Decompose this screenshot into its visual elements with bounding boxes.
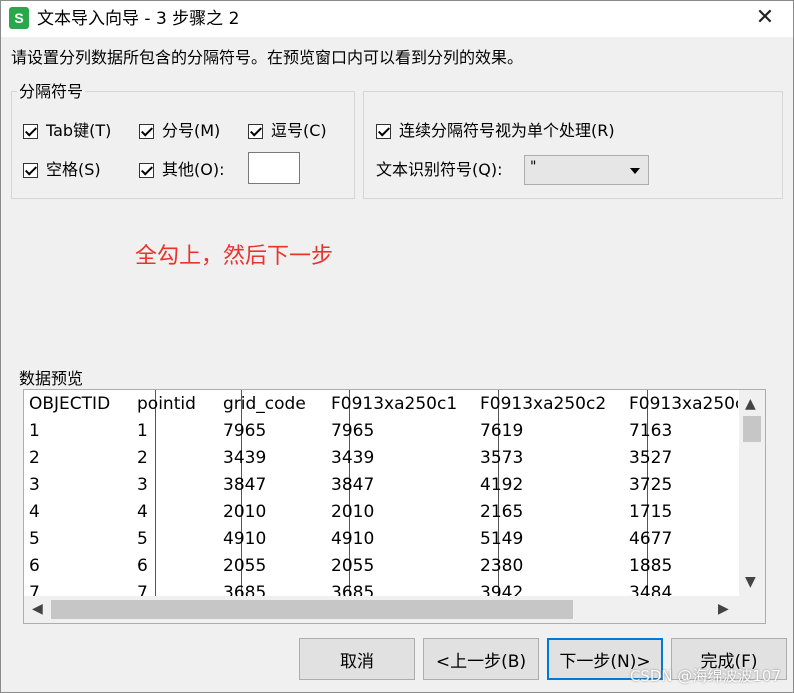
scroll-right-icon[interactable]: ▶ bbox=[718, 601, 729, 617]
horizontal-scrollbar[interactable]: ◀ ▶ bbox=[24, 596, 765, 623]
semicolon-checkbox[interactable]: 分号(M) bbox=[139, 120, 220, 142]
instruction-text: 请设置分列数据所包含的分隔符号。在预览窗口内可以看到分列的效果。 bbox=[11, 48, 524, 67]
preview-header-cell: F0913xa250c3 bbox=[629, 394, 738, 414]
app-icon: S bbox=[9, 7, 29, 29]
checkmark-icon bbox=[248, 123, 263, 139]
comma-checkbox[interactable]: 逗号(C) bbox=[248, 120, 327, 142]
tab-checkbox-label: Tab键(T) bbox=[46, 121, 112, 140]
preview-cell: 7965 bbox=[223, 421, 267, 441]
scroll-left-icon[interactable]: ◀ bbox=[32, 601, 43, 617]
preview-cell: 4192 bbox=[480, 475, 524, 495]
preview-cell: 7163 bbox=[629, 421, 673, 441]
preview-cell: 7619 bbox=[480, 421, 524, 441]
preview-cell: 3439 bbox=[223, 448, 267, 468]
vertical-scroll-thumb[interactable] bbox=[743, 416, 761, 442]
qualifier-select-value: " bbox=[530, 159, 537, 175]
column-divider bbox=[155, 390, 156, 596]
preview-cell: 2010 bbox=[223, 502, 267, 522]
watermark: CSDN @海绵波波107 bbox=[629, 667, 781, 685]
preview-cell: 3942 bbox=[480, 583, 524, 596]
preview-header-cell: OBJECTID bbox=[29, 394, 111, 414]
preview-cell: 3484 bbox=[629, 583, 673, 596]
delimiters-group bbox=[11, 91, 355, 199]
consecutive-checkbox-label: 连续分隔符号视为单个处理(R) bbox=[399, 121, 615, 140]
preview-cell: 2165 bbox=[480, 502, 524, 522]
data-preview[interactable]: OBJECTID pointid grid_code F0913xa250c1 F091… bbox=[23, 389, 766, 624]
back-button[interactable]: <上一步(B) bbox=[423, 638, 539, 680]
window-title: 文本导入向导 - 3 步骤之 2 bbox=[37, 9, 240, 29]
preview-header-cell: pointid bbox=[137, 394, 196, 414]
preview-cell: 7965 bbox=[331, 421, 375, 441]
dropdown-arrow-icon bbox=[630, 168, 640, 174]
checkmark-icon bbox=[139, 162, 154, 178]
checkmark-icon bbox=[376, 123, 391, 139]
preview-cell: 5149 bbox=[480, 529, 524, 549]
preview-header-cell: F0913xa250c1 bbox=[331, 394, 458, 414]
preview-cell: 4910 bbox=[223, 529, 267, 549]
preview-cell: 1 bbox=[137, 421, 148, 441]
preview-cell: 4910 bbox=[331, 529, 375, 549]
preview-cell: 3 bbox=[137, 475, 148, 495]
checkmark-icon bbox=[23, 162, 38, 178]
preview-cell: 4 bbox=[137, 502, 148, 522]
horizontal-scroll-thumb[interactable] bbox=[51, 600, 573, 619]
consecutive-checkbox[interactable]: 连续分隔符号视为单个处理(R) bbox=[376, 120, 615, 142]
preview-cell: 2 bbox=[137, 448, 148, 468]
preview-cell: 2010 bbox=[331, 502, 375, 522]
preview-cell: 3725 bbox=[629, 475, 673, 495]
preview-cell: 7 bbox=[137, 583, 148, 596]
preview-cell: 2 bbox=[29, 448, 40, 468]
vertical-scrollbar[interactable]: ▲ ▼ bbox=[739, 390, 765, 596]
checkmark-icon bbox=[23, 123, 38, 139]
preview-header-cell: grid_code bbox=[223, 394, 306, 414]
annotation-text: 全勾上，然后下一步 bbox=[135, 244, 334, 269]
preview-cell: 7 bbox=[29, 583, 40, 596]
preview-cell: 3847 bbox=[331, 475, 375, 495]
text-import-wizard-dialog: S 文本导入向导 - 3 步骤之 2 ✕ 请设置分列数据所包含的分隔符号。在预览… bbox=[0, 0, 794, 693]
preview-cell: 3527 bbox=[629, 448, 673, 468]
preview-cell: 1 bbox=[29, 421, 40, 441]
other-checkbox-label: 其他(O): bbox=[162, 160, 225, 179]
scroll-up-icon[interactable]: ▲ bbox=[745, 396, 756, 412]
preview-cell: 2380 bbox=[480, 556, 524, 576]
qualifier-select[interactable]: " bbox=[524, 155, 649, 185]
preview-cell: 3573 bbox=[480, 448, 524, 468]
other-checkbox[interactable]: 其他(O): bbox=[139, 159, 224, 181]
comma-checkbox-label: 逗号(C) bbox=[271, 121, 327, 140]
title-bar: S 文本导入向导 - 3 步骤之 2 ✕ bbox=[1, 1, 793, 37]
close-icon[interactable]: ✕ bbox=[753, 7, 777, 31]
cancel-button[interactable]: 取消 bbox=[299, 638, 415, 680]
preview-cell: 2055 bbox=[331, 556, 375, 576]
preview-cell: 6 bbox=[137, 556, 148, 576]
preview-header-cell: F0913xa250c2 bbox=[480, 394, 607, 414]
tab-checkbox[interactable]: Tab键(T) bbox=[23, 120, 111, 142]
preview-cell: 4677 bbox=[629, 529, 673, 549]
checkmark-icon bbox=[139, 123, 154, 139]
preview-cell: 3847 bbox=[223, 475, 267, 495]
preview-cell: 5 bbox=[137, 529, 148, 549]
preview-cell: 6 bbox=[29, 556, 40, 576]
preview-cell: 3685 bbox=[223, 583, 267, 596]
preview-label: 数据预览 bbox=[19, 369, 84, 388]
other-delimiter-input[interactable] bbox=[248, 152, 300, 184]
preview-cell: 1885 bbox=[629, 556, 673, 576]
preview-cell: 3 bbox=[29, 475, 40, 495]
preview-cell: 3439 bbox=[331, 448, 375, 468]
preview-cell: 5 bbox=[29, 529, 40, 549]
space-checkbox-label: 空格(S) bbox=[46, 160, 101, 179]
scroll-down-icon[interactable]: ▼ bbox=[745, 574, 756, 590]
preview-cell: 3685 bbox=[331, 583, 375, 596]
delimiters-group-title: 分隔符号 bbox=[17, 82, 86, 102]
preview-cell: 1715 bbox=[629, 502, 673, 522]
qualifier-label: 文本识别符号(Q): bbox=[376, 160, 503, 179]
preview-cell: 2055 bbox=[223, 556, 267, 576]
preview-grid: OBJECTID pointid grid_code F0913xa250c1 F091… bbox=[24, 390, 738, 596]
space-checkbox[interactable]: 空格(S) bbox=[23, 159, 101, 181]
preview-cell: 4 bbox=[29, 502, 40, 522]
semicolon-checkbox-label: 分号(M) bbox=[162, 121, 221, 140]
